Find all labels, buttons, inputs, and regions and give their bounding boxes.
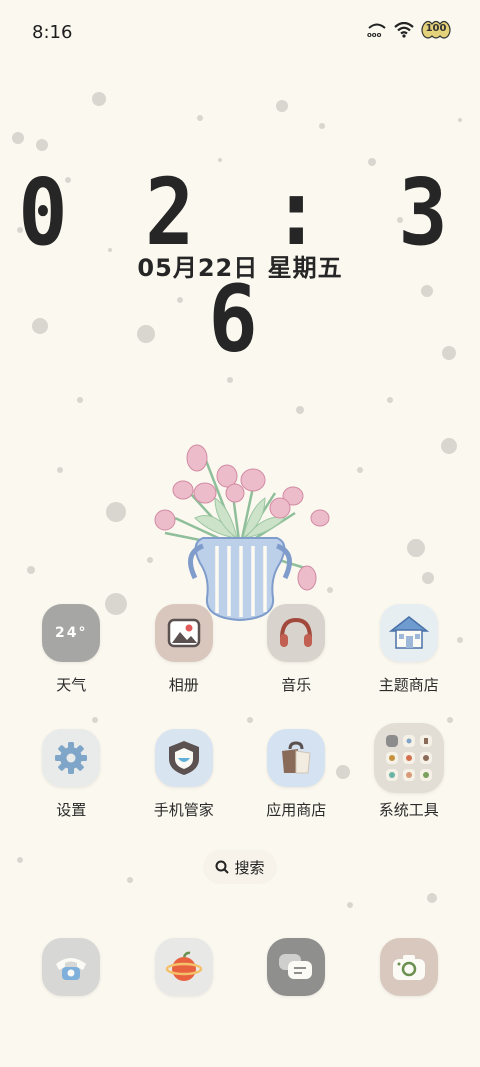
settings-icon[interactable] [42,729,101,787]
app-row: 设置 手机管家 应用商店 系统工具 [0,723,480,820]
weather-icon[interactable]: 24° [42,604,101,662]
app-theme-store[interactable]: 主题商店 [359,604,459,695]
search-icon [215,860,230,874]
dock-camera[interactable] [359,938,459,996]
dock-browser[interactable] [134,938,234,996]
phone-manager-icon[interactable] [154,729,213,787]
status-icons: ooo 100 [366,20,452,40]
app-music[interactable]: 音乐 [246,604,346,695]
gallery-icon[interactable] [154,604,213,662]
app-label: 设置 [56,801,87,819]
app-label: 主题商店 [378,676,439,694]
music-icon[interactable] [267,604,326,662]
app-label: 应用商店 [266,801,327,819]
dock-messages[interactable] [246,938,346,996]
app-gallery[interactable]: 相册 [134,604,234,695]
clock-date: 05月22日 星期五 [137,254,343,282]
search-button[interactable]: 搜索 [204,851,276,883]
svg-text:ooo: ooo [367,31,382,38]
dock-phone[interactable] [21,938,121,996]
app-label: 系统工具 [378,801,439,819]
search-label: 搜索 [234,858,265,877]
hd-signal-icon: ooo [367,23,386,38]
app-label: 相册 [168,676,199,694]
app-app-store[interactable]: 应用商店 [246,729,346,820]
app-label: 天气 [56,676,87,694]
camera-icon[interactable] [379,938,438,996]
phone-icon[interactable] [42,938,101,996]
dock [0,938,480,996]
app-grid: 24° 天气 相册 音乐 主题商店 设置 手机管家 应用商店 系统工具 [0,604,480,854]
app-label: 手机管家 [153,801,214,819]
app-row: 24° 天气 相册 音乐 主题商店 [0,604,480,695]
theme-store-icon[interactable] [379,604,438,662]
wifi-icon [394,22,414,38]
tulip-vase-illustration [154,444,330,622]
app-store-icon[interactable] [267,729,326,787]
app-phone-manager[interactable]: 手机管家 [134,729,234,820]
app-system-tools-folder[interactable]: 系统工具 [359,723,459,820]
messages-icon[interactable] [267,938,326,996]
app-weather[interactable]: 24° 天气 [21,604,121,695]
status-time: 8:16 [32,22,73,43]
battery-icon: 100 [420,20,452,40]
browser-icon[interactable] [154,938,213,996]
battery-level: 100 [425,23,447,34]
app-label: 音乐 [281,676,312,694]
system-tools-folder-icon[interactable] [373,723,444,793]
app-settings[interactable]: 设置 [21,729,121,820]
weather-temperature: 24° [55,625,88,641]
status-bar: 8:16 ooo 100 [0,0,480,68]
